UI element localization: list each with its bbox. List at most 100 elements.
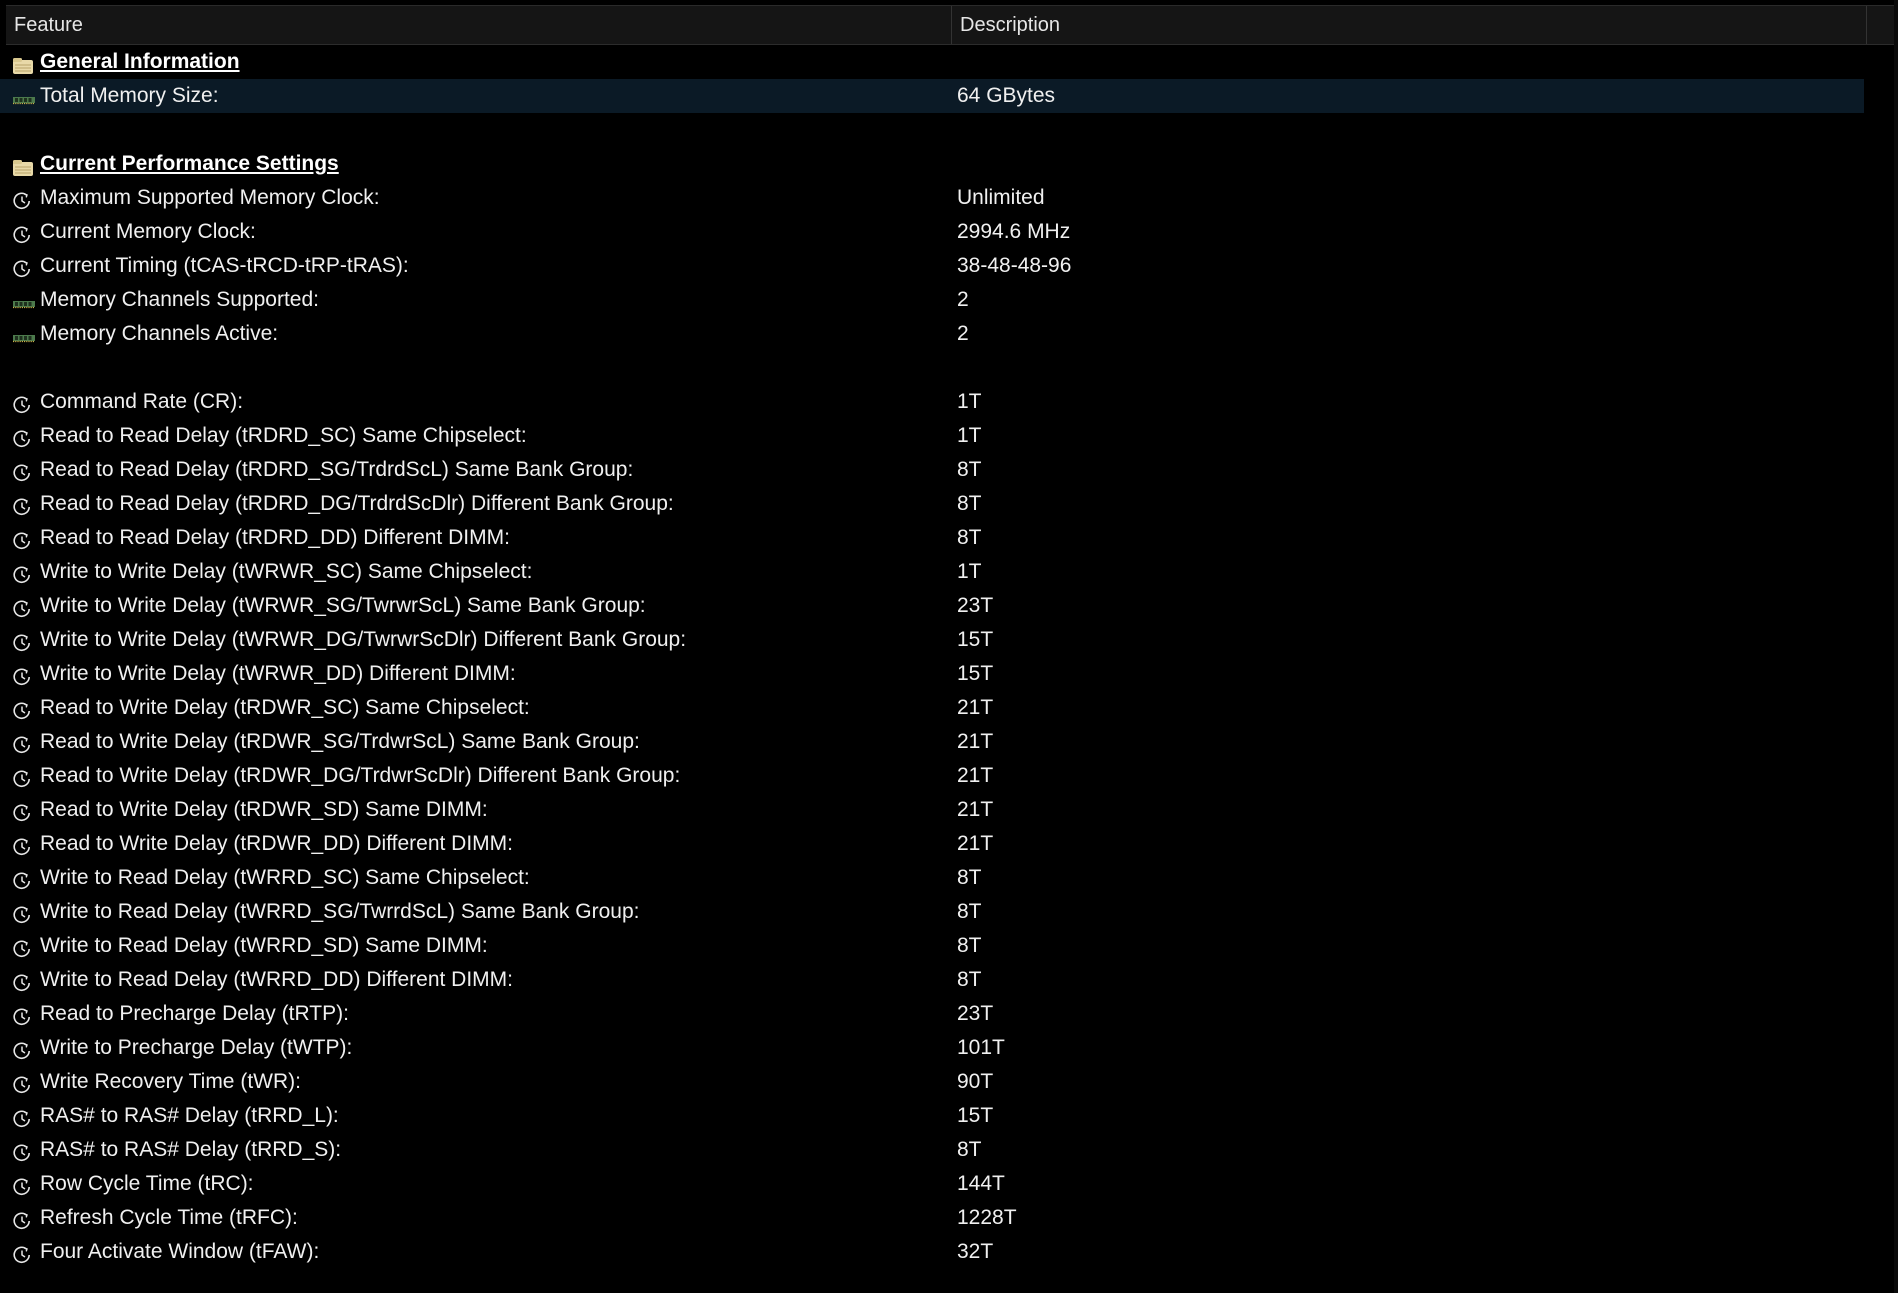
list-item[interactable]: Memory Channels Active: 2 <box>0 317 1898 351</box>
feature-label: Maximum Supported Memory Clock: <box>40 186 380 209</box>
feature-value: 1T <box>957 560 982 583</box>
group-title: Current Performance Settings <box>40 152 339 175</box>
column-header-feature[interactable]: Feature <box>6 6 952 44</box>
feature-label: Write to Read Delay (tWRRD_SC) Same Chip… <box>40 866 530 889</box>
clock-icon <box>12 1242 36 1264</box>
clock-icon <box>12 1106 36 1128</box>
feature-value: 1228T <box>957 1206 1017 1229</box>
feature-value: 15T <box>957 1104 994 1127</box>
list-item[interactable]: Current Timing (tCAS-tRCD-tRP-tRAS): 38-4… <box>0 249 1898 283</box>
list-item[interactable]: RAS# to RAS# Delay (tRRD_S): 8T <box>0 1133 1898 1167</box>
list-item[interactable]: Read to Read Delay (tRDRD_DG/TrdrdScDlr)… <box>0 487 1898 521</box>
feature-label: Read to Read Delay (tRDRD_SG/TrdrdScL) S… <box>40 458 634 481</box>
list-item[interactable]: Four Activate Window (tFAW): 32T <box>0 1235 1898 1269</box>
feature-label: Write to Write Delay (tWRWR_SC) Same Chi… <box>40 560 533 583</box>
clock-icon <box>12 494 36 516</box>
list-item[interactable]: Current Memory Clock: 2994.6 MHz <box>0 215 1898 249</box>
list-item[interactable]: Read to Write Delay (tRDWR_SG/TrdwrScL) … <box>0 725 1898 759</box>
list-item[interactable]: Read to Read Delay (tRDRD_DD) Different … <box>0 521 1898 555</box>
feature-label: Read to Read Delay (tRDRD_DD) Different … <box>40 526 510 549</box>
feature-label: Current Memory Clock: <box>40 220 256 243</box>
feature-label: Read to Read Delay (tRDRD_DG/TrdrdScDlr)… <box>40 492 674 515</box>
clock-icon <box>12 528 36 550</box>
clock-icon <box>12 426 36 448</box>
list-item[interactable]: Maximum Supported Memory Clock: Unlimited <box>0 181 1898 215</box>
folder-icon <box>12 52 36 74</box>
list-item[interactable]: Write to Read Delay (tWRRD_SC) Same Chip… <box>0 861 1898 895</box>
clock-icon <box>12 562 36 584</box>
feature-value: 21T <box>957 832 994 855</box>
feature-value: 8T <box>957 934 982 957</box>
list-item[interactable]: Memory Channels Supported: 2 <box>0 283 1898 317</box>
clock-icon <box>12 1072 36 1094</box>
spacer-row <box>0 351 1898 385</box>
list-item[interactable]: Read to Write Delay (tRDWR_DG/TrdwrScDlr… <box>0 759 1898 793</box>
feature-label: Memory Channels Supported: <box>40 288 319 311</box>
feature-value: 8T <box>957 866 982 889</box>
feature-list: General Information Total Memory Size: 64 … <box>0 45 1898 1269</box>
feature-value: 21T <box>957 696 994 719</box>
feature-label: RAS# to RAS# Delay (tRRD_S): <box>40 1138 342 1161</box>
clock-icon <box>12 460 36 482</box>
feature-value: Unlimited <box>957 186 1045 209</box>
list-item[interactable]: Command Rate (CR): 1T <box>0 385 1898 419</box>
feature-label: Read to Write Delay (tRDWR_SD) Same DIMM… <box>40 798 488 821</box>
clock-icon <box>12 596 36 618</box>
clock-icon <box>12 256 36 278</box>
list-item[interactable]: Refresh Cycle Time (tRFC): 1228T <box>0 1201 1898 1235</box>
feature-value: 15T <box>957 662 994 685</box>
list-item[interactable]: Write to Write Delay (tWRWR_DG/TwrwrScDl… <box>0 623 1898 657</box>
clock-icon <box>12 392 36 414</box>
list-item[interactable]: Total Memory Size: 64 GBytes <box>0 79 1864 113</box>
list-item[interactable]: Row Cycle Time (tRC): 144T <box>0 1167 1898 1201</box>
feature-label: RAS# to RAS# Delay (tRRD_L): <box>40 1104 339 1127</box>
feature-value: 2 <box>957 288 969 311</box>
feature-value: 21T <box>957 730 994 753</box>
feature-value: 64 GBytes <box>957 84 1056 107</box>
clock-icon <box>12 970 36 992</box>
feature-label: Memory Channels Active: <box>40 322 279 345</box>
memory-info-window: Feature Description General Information T… <box>0 0 1898 1293</box>
list-item[interactable]: Write to Write Delay (tWRWR_SG/TwrwrScL)… <box>0 589 1898 623</box>
list-item[interactable]: Write to Read Delay (tWRRD_SD) Same DIMM… <box>0 929 1898 963</box>
feature-value: 38-48-48-96 <box>957 254 1072 277</box>
list-item[interactable]: Read to Write Delay (tRDWR_DD) Different… <box>0 827 1898 861</box>
group-header-row[interactable]: General Information <box>0 45 1898 79</box>
list-item[interactable]: Read to Write Delay (tRDWR_SC) Same Chip… <box>0 691 1898 725</box>
feature-value: 101T <box>957 1036 1005 1059</box>
feature-label: Total Memory Size: <box>40 84 219 107</box>
list-item[interactable]: Read to Precharge Delay (tRTP): 23T <box>0 997 1898 1031</box>
feature-label: Write to Write Delay (tWRWR_DG/TwrwrScDl… <box>40 628 687 651</box>
feature-value: 23T <box>957 1002 994 1025</box>
list-item[interactable]: Read to Read Delay (tRDRD_SG/TrdrdScL) S… <box>0 453 1898 487</box>
list-item[interactable]: Write to Write Delay (tWRWR_DD) Differen… <box>0 657 1898 691</box>
list-item[interactable]: Read to Read Delay (tRDRD_SC) Same Chips… <box>0 419 1898 453</box>
scrollbar-edge <box>1894 0 1898 1293</box>
list-item[interactable]: RAS# to RAS# Delay (tRRD_L): 15T <box>0 1099 1898 1133</box>
list-item[interactable]: Write to Read Delay (tWRRD_SG/TwrrdScL) … <box>0 895 1898 929</box>
clock-icon <box>12 834 36 856</box>
feature-value: 32T <box>957 1240 994 1263</box>
feature-label: Read to Write Delay (tRDWR_DG/TrdwrScDlr… <box>40 764 681 787</box>
group-header-row[interactable]: Current Performance Settings <box>0 147 1898 181</box>
feature-label: Row Cycle Time (tRC): <box>40 1172 254 1195</box>
feature-label: Write to Read Delay (tWRRD_SG/TwrrdScL) … <box>40 900 640 923</box>
list-item[interactable]: Write to Write Delay (tWRWR_SC) Same Chi… <box>0 555 1898 589</box>
feature-label: Write to Read Delay (tWRRD_DD) Different… <box>40 968 513 991</box>
feature-label: Write to Write Delay (tWRWR_DD) Differen… <box>40 662 516 685</box>
clock-icon <box>12 732 36 754</box>
feature-value: 21T <box>957 764 994 787</box>
clock-icon <box>12 766 36 788</box>
list-item[interactable]: Write to Precharge Delay (tWTP): 101T <box>0 1031 1898 1065</box>
clock-icon <box>12 222 36 244</box>
list-item[interactable]: Write to Read Delay (tWRRD_DD) Different… <box>0 963 1898 997</box>
clock-icon <box>12 1004 36 1026</box>
list-item[interactable]: Read to Write Delay (tRDWR_SD) Same DIMM… <box>0 793 1898 827</box>
feature-value: 15T <box>957 628 994 651</box>
column-header-description[interactable]: Description <box>952 6 1867 44</box>
clock-icon <box>12 1208 36 1230</box>
feature-label: Write Recovery Time (tWR): <box>40 1070 301 1093</box>
list-item[interactable]: Write Recovery Time (tWR): 90T <box>0 1065 1898 1099</box>
clock-icon <box>12 1174 36 1196</box>
memory-module-icon <box>12 324 36 344</box>
